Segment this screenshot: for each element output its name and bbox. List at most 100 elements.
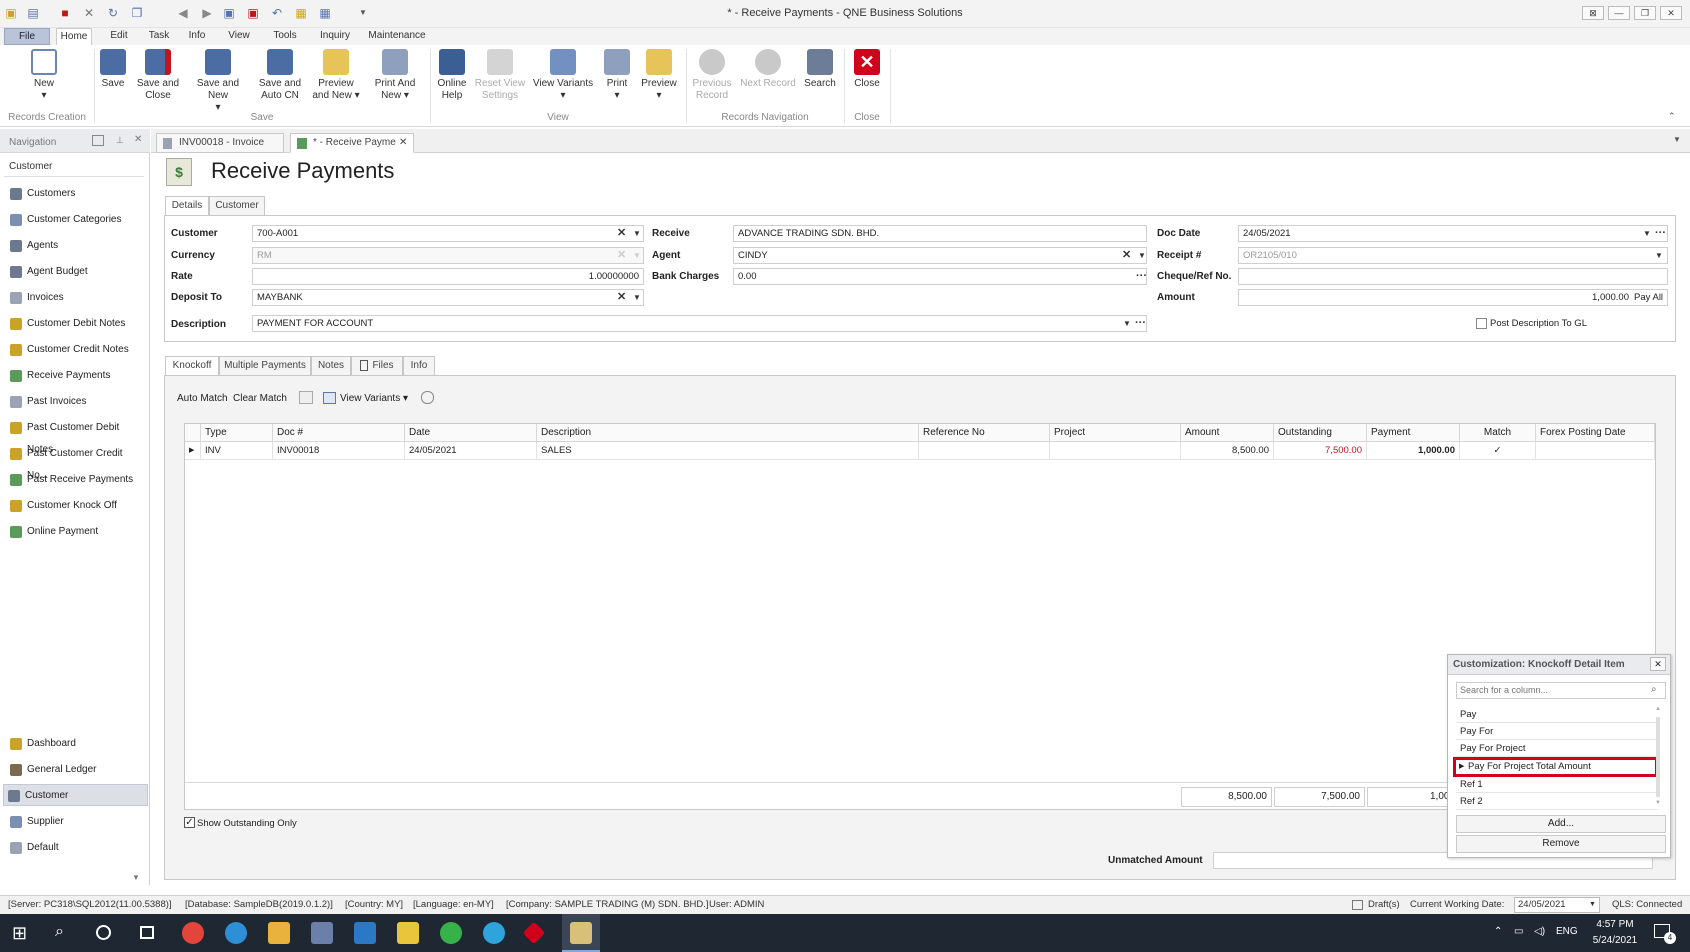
cell-outstanding[interactable]: 7,500.00 xyxy=(1274,442,1367,460)
column-item-pay-for[interactable]: Pay For xyxy=(1456,723,1658,740)
nav-online-payment[interactable]: Online Payment xyxy=(6,521,146,543)
nav-dashboard[interactable]: Dashboard xyxy=(6,733,146,755)
edge-icon[interactable] xyxy=(225,922,247,944)
tab-maintenance[interactable]: Maintenance xyxy=(367,28,427,45)
column-item-ref2[interactable]: Ref 2 xyxy=(1456,793,1658,810)
description-field[interactable]: PAYMENT FOR ACCOUNT ▼ ··· xyxy=(252,315,1147,332)
cell-reference[interactable] xyxy=(919,442,1050,460)
dropdown-icon[interactable]: ▼ xyxy=(633,290,641,305)
clear-icon[interactable]: ✕ xyxy=(1122,248,1131,263)
nav-customer-credit-notes[interactable]: Customer Credit Notes xyxy=(6,339,146,361)
clear-icon[interactable]: ✕ xyxy=(617,226,626,241)
telegram-icon[interactable] xyxy=(483,922,505,944)
amount-field[interactable]: 1,000.00 xyxy=(1238,289,1668,306)
row-indicator-icon[interactable]: ▶ xyxy=(185,442,201,460)
tab-customer[interactable]: Customer xyxy=(209,196,265,216)
layout-icon[interactable] xyxy=(92,135,104,146)
tab-multiple-payments[interactable]: Multiple Payments xyxy=(219,356,311,376)
task-view-icon[interactable] xyxy=(140,926,154,939)
column-header-doc[interactable]: Doc # xyxy=(273,424,405,442)
mail-icon[interactable] xyxy=(354,922,376,944)
receipt-field[interactable]: OR2105/010 ▼ xyxy=(1238,247,1668,264)
nav-past-invoices[interactable]: Past Invoices xyxy=(6,391,146,413)
clear-icon[interactable]: ✕ xyxy=(617,290,626,305)
close-button[interactable]: ✕ Close xyxy=(850,49,884,90)
nav-customer-module[interactable]: Customer xyxy=(3,784,148,806)
app-red-icon[interactable] xyxy=(522,921,546,945)
maximize-button[interactable]: ❐ xyxy=(1634,6,1656,20)
nav-general-ledger[interactable]: General Ledger xyxy=(6,759,146,781)
cell-type[interactable]: INV xyxy=(201,442,273,460)
column-header-date[interactable]: Date xyxy=(405,424,537,442)
show-outstanding-checkbox[interactable]: ✓ xyxy=(184,817,195,828)
view-variants-button[interactable]: View Variants ▾ xyxy=(532,49,594,102)
ellipsis-icon[interactable]: ··· xyxy=(1135,316,1146,331)
nav-receive-payments[interactable]: Receive Payments xyxy=(6,365,146,387)
nav-agents[interactable]: Agents xyxy=(6,235,146,257)
volume-icon[interactable]: ◁) xyxy=(1534,926,1545,937)
network-icon[interactable]: ▭ xyxy=(1514,926,1523,937)
tab-info[interactable]: Info xyxy=(186,28,208,45)
save-new-button[interactable]: Save and New ▾ xyxy=(186,49,250,114)
file-explorer-icon[interactable] xyxy=(268,922,290,944)
preview-new-button[interactable]: Preview and New ▾ xyxy=(310,49,362,102)
receive-field[interactable]: ADVANCE TRADING SDN. BHD. xyxy=(733,225,1147,242)
print-new-button[interactable]: Print And New ▾ xyxy=(368,49,422,102)
customer-field[interactable]: 700-A001 ✕ ▼ xyxy=(252,225,644,242)
sticky-notes-icon[interactable] xyxy=(397,922,419,944)
pay-all-link[interactable]: Pay All xyxy=(1634,292,1663,303)
agent-field[interactable]: CINDY ✕ ▼ xyxy=(733,247,1147,264)
dropdown-icon[interactable]: ▼ xyxy=(1655,248,1663,263)
cell-match-checkbox[interactable]: ✓ xyxy=(1460,442,1536,460)
store-icon[interactable] xyxy=(311,922,333,944)
nav-customer-debit-notes[interactable]: Customer Debit Notes xyxy=(6,313,146,335)
tab-tools[interactable]: Tools xyxy=(271,28,299,45)
column-item-pay-for-project-total[interactable]: ▶ Pay For Project Total Amount xyxy=(1453,757,1658,777)
ellipsis-icon[interactable]: ··· xyxy=(1655,226,1666,241)
scrollbar[interactable] xyxy=(1656,717,1660,797)
nav-supplier[interactable]: Supplier xyxy=(6,811,146,833)
scroll-down-icon[interactable]: ▼ xyxy=(1655,800,1661,806)
column-header-description[interactable]: Description xyxy=(537,424,919,442)
close-window-button[interactable]: ✕ xyxy=(1660,6,1682,20)
column-item-pay-for-project[interactable]: Pay For Project xyxy=(1456,740,1658,757)
dropdown-icon[interactable]: ▼ xyxy=(1123,316,1131,331)
dropdown-icon[interactable]: ▼ xyxy=(1643,226,1651,241)
tab-list-icon[interactable]: ▼ xyxy=(1673,135,1681,144)
column-item-pay[interactable]: Pay xyxy=(1456,706,1658,723)
column-search-text[interactable] xyxy=(1457,683,1637,697)
bank-charges-field[interactable]: 0.00 ··· xyxy=(733,268,1147,285)
nav-customer-categories[interactable]: Customer Categories xyxy=(6,209,146,231)
rate-field[interactable]: 1.00000000 xyxy=(252,268,644,285)
column-header-reference[interactable]: Reference No xyxy=(919,424,1050,442)
show-hidden-icons[interactable]: ⌃ xyxy=(1494,926,1502,937)
print-button[interactable]: Print ▾ xyxy=(600,49,634,102)
save-close-button[interactable]: Save and Close xyxy=(134,49,182,102)
column-header-type[interactable]: Type xyxy=(201,424,273,442)
new-button[interactable]: New ▾ xyxy=(28,49,60,102)
dropdown-icon[interactable]: ▼ xyxy=(1138,248,1146,263)
column-item-ref1[interactable]: Ref 1 xyxy=(1456,776,1658,793)
cell-payment[interactable]: 1,000.00 xyxy=(1367,442,1460,460)
export-icon[interactable] xyxy=(299,391,313,404)
minimize-button[interactable]: — xyxy=(1608,6,1630,20)
column-header-payment[interactable]: Payment xyxy=(1367,424,1460,442)
previous-record-button[interactable]: Previous Record xyxy=(690,49,734,102)
close-nav-icon[interactable]: ✕ xyxy=(134,134,142,145)
nav-customer-knock-off[interactable]: Customer Knock Off xyxy=(6,495,146,517)
close-customization-icon[interactable]: ✕ xyxy=(1650,657,1666,671)
nav-customers[interactable]: Customers xyxy=(6,183,146,205)
tab-view[interactable]: View xyxy=(226,28,252,45)
remove-column-button[interactable]: Remove xyxy=(1456,835,1666,853)
cell-date[interactable]: 24/05/2021 xyxy=(405,442,537,460)
cell-project[interactable] xyxy=(1050,442,1181,460)
search-button[interactable]: Search xyxy=(802,49,838,90)
drafts-link[interactable]: Draft(s) xyxy=(1368,896,1400,914)
tab-files[interactable]: Files xyxy=(351,356,403,376)
cell-doc[interactable]: INV00018 xyxy=(273,442,405,460)
whatsapp-icon[interactable] xyxy=(440,922,462,944)
save-auto-cn-button[interactable]: Save and Auto CN xyxy=(256,49,304,102)
clear-match-button[interactable]: Clear Match xyxy=(233,393,287,404)
qne-taskbar-button[interactable] xyxy=(562,914,600,952)
tab-task[interactable]: Task xyxy=(146,28,172,45)
